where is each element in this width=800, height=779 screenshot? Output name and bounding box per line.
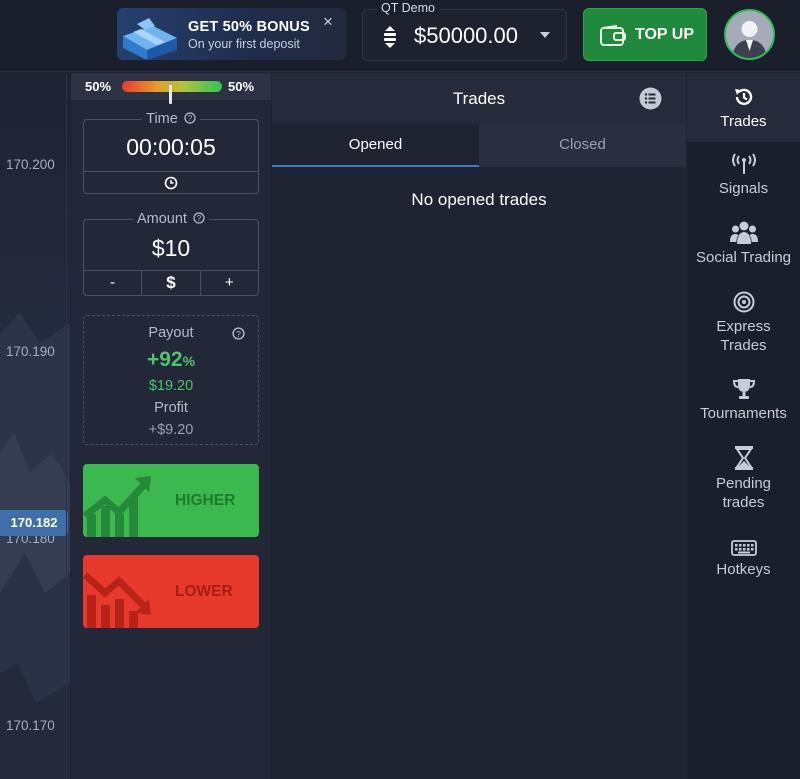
bonus-banner[interactable]: GET 50% BONUS On your first deposit × xyxy=(117,8,346,60)
sidebar-item-signals[interactable]: Signals xyxy=(687,153,800,198)
payout-amount: $19.20 xyxy=(148,378,194,394)
trades-panel: Trades Opened Closed No opened trades xyxy=(272,73,686,779)
account-selector[interactable]: QT Demo $50000.00 xyxy=(362,1,567,61)
history-icon xyxy=(734,88,752,106)
top-bar: GET 50% BONUS On your first deposit × QT… xyxy=(0,0,800,72)
time-value[interactable]: 00:00:05 xyxy=(84,134,258,161)
sidebar-item-label: Trades xyxy=(720,113,767,130)
sidebar-item-label: Social Trading xyxy=(695,249,792,266)
svg-text:?: ? xyxy=(236,329,241,339)
sidebar-item-tournaments[interactable]: Tournaments xyxy=(687,378,800,423)
sidebar-item-trades[interactable]: Trades xyxy=(687,73,800,142)
current-price-badge: 170.182 xyxy=(0,510,68,536)
payout-percent-value: +92 xyxy=(146,348,183,371)
keyboard-icon xyxy=(730,540,757,556)
time-legend: Time ? xyxy=(84,111,258,127)
sidebar-item-hotkeys[interactable]: Hotkeys xyxy=(687,540,800,579)
sidebar-item-label: Tournaments xyxy=(700,405,787,422)
help-icon[interactable]: ? xyxy=(184,112,196,124)
trophy-icon xyxy=(732,379,755,399)
amount-label: Amount xyxy=(136,211,187,227)
chart-background xyxy=(0,313,70,779)
help-icon[interactable]: ? xyxy=(232,327,245,340)
trades-tabs: Opened Closed xyxy=(272,124,686,167)
higher-button[interactable]: HIGHER xyxy=(83,464,259,537)
sidebar-item-label-line2: Trades xyxy=(720,337,767,354)
sidebar-item-label-line1: Pending xyxy=(715,475,772,492)
account-type-icon xyxy=(384,26,396,48)
right-sidebar: Trades Signals Social Trading Express Tr… xyxy=(687,73,800,779)
profit-label: Profit xyxy=(154,400,188,416)
user-icon xyxy=(726,11,773,58)
amount-value[interactable]: $10 xyxy=(84,235,258,262)
trades-title: Trades xyxy=(452,89,506,108)
empty-trades-message: No opened trades xyxy=(411,190,547,209)
account-balance: $50000.00 xyxy=(414,23,518,48)
sidebar-item-social-trading[interactable]: Social Trading xyxy=(687,220,800,267)
help-icon[interactable]: ? xyxy=(193,212,205,224)
amount-controls: - $ + xyxy=(84,270,258,295)
price-label: 170.200 xyxy=(6,157,55,172)
payout-percent-sign: % xyxy=(182,353,196,369)
amount-field[interactable]: Amount ? $10 - $ + xyxy=(83,211,259,296)
bonus-title: GET 50% BONUS xyxy=(188,19,310,35)
sidebar-item-label: Signals xyxy=(718,180,769,197)
account-name: QT Demo xyxy=(377,1,439,15)
trades-header: Trades xyxy=(272,73,686,124)
lower-label: LOWER xyxy=(175,583,233,600)
sidebar-item-express-trades[interactable]: Express Trades xyxy=(687,291,800,355)
avatar[interactable] xyxy=(724,9,775,60)
trend-down-icon xyxy=(83,572,151,628)
sentiment-left-pct: 50% xyxy=(85,79,112,94)
profit-value: +$9.20 xyxy=(148,422,194,438)
users-icon xyxy=(729,221,758,244)
close-icon[interactable]: × xyxy=(320,13,336,30)
sidebar-item-pending-trades[interactable]: Pending trades xyxy=(687,446,800,512)
trade-panel: 50% 50% Time ? 00:00:05 Amount ? $10 - $… xyxy=(71,73,271,779)
higher-label: HIGHER xyxy=(175,492,236,509)
currency-button[interactable]: $ xyxy=(141,271,199,295)
time-label: Time xyxy=(146,111,178,127)
amount-legend: Amount ? xyxy=(84,211,258,227)
price-label: 170.190 xyxy=(6,344,55,359)
payout-box: Payout ? +92% $19.20 Profit +$9.20 xyxy=(83,315,259,445)
hourglass-icon xyxy=(734,446,753,470)
price-label: 170.170 xyxy=(6,718,55,733)
amount-increase-button[interactable]: + xyxy=(199,271,258,295)
trader-sentiment: 50% 50% xyxy=(71,73,271,104)
trend-up-icon xyxy=(83,476,151,537)
top-up-button[interactable]: TOP UP xyxy=(583,8,707,61)
clock-icon xyxy=(164,176,178,190)
time-mode-button[interactable] xyxy=(84,171,258,193)
lower-button[interactable]: LOWER xyxy=(83,555,259,628)
antenna-icon xyxy=(731,153,756,174)
sentiment-marker xyxy=(169,85,172,104)
payout-percent: +92% xyxy=(84,348,258,372)
sidebar-item-label: Hotkeys xyxy=(716,561,771,578)
svg-text:?: ? xyxy=(197,214,202,223)
sentiment-bar xyxy=(122,81,222,104)
chart-divider xyxy=(66,73,67,779)
amount-decrease-button[interactable]: - xyxy=(84,271,141,295)
tab-closed[interactable]: Closed xyxy=(479,124,686,167)
top-up-label: TOP UP xyxy=(635,26,694,43)
svg-text:?: ? xyxy=(188,114,193,123)
sidebar-item-label-line1: Express xyxy=(716,318,771,335)
wallet-icon xyxy=(600,25,626,46)
tab-opened[interactable]: Opened xyxy=(272,124,479,167)
time-field[interactable]: Time ? 00:00:05 xyxy=(83,111,259,194)
price-chart[interactable]: 170.200 170.190 170.180 170.170 170.182 xyxy=(0,73,70,779)
gift-icon xyxy=(123,18,177,60)
target-icon xyxy=(733,291,754,313)
sidebar-item-label-line2: trades xyxy=(722,494,765,511)
list-icon[interactable] xyxy=(639,87,662,110)
sentiment-right-pct: 50% xyxy=(228,79,255,94)
chevron-down-icon xyxy=(540,32,550,38)
bonus-subtitle: On your first deposit xyxy=(188,37,300,51)
